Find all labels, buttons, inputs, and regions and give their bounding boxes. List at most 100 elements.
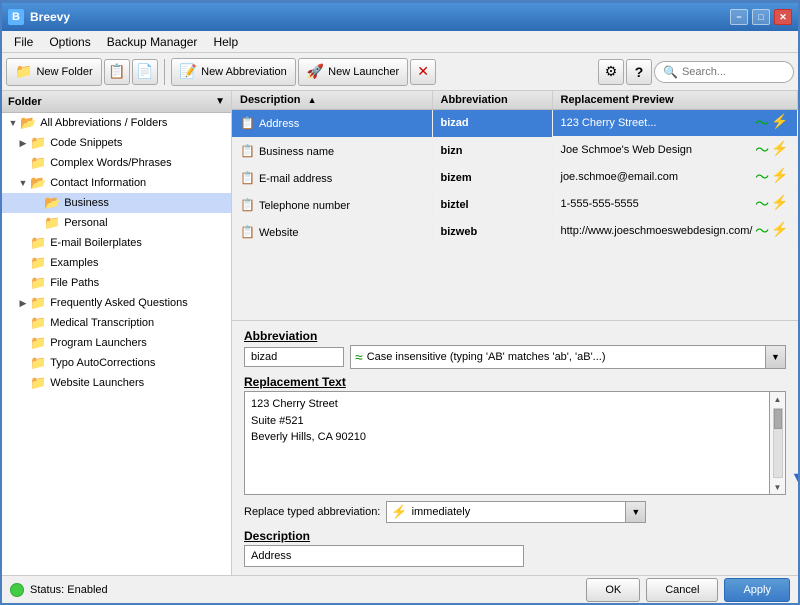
search-box[interactable]: 🔍 — [654, 61, 794, 83]
status-wave-icon: 〜 — [755, 167, 769, 187]
scroll-up[interactable]: ▲ — [771, 392, 785, 406]
toggle-email[interactable] — [16, 236, 30, 250]
cell-abbreviation: bizad — [432, 110, 552, 138]
expand-icon[interactable]: ▼ — [790, 468, 798, 489]
sidebar: Folder ▼ ▼ 📂 All Abbreviations / Folders… — [2, 91, 232, 575]
sidebar-item-business[interactable]: 📂 Business — [2, 193, 231, 213]
apply-button[interactable]: Apply — [724, 578, 790, 602]
description-input[interactable] — [244, 545, 524, 567]
table-row[interactable]: 📋Telephone numberbiztel1-555-555-5555 〜 … — [232, 191, 798, 218]
sidebar-item-all[interactable]: ▼ 📂 All Abbreviations / Folders — [2, 113, 231, 133]
new-folder-button[interactable]: 📁 New Folder — [6, 58, 102, 86]
abbr-value: bizweb — [441, 226, 478, 238]
abbreviation-table: Description ▲ Abbreviation Replacement P… — [232, 91, 798, 246]
cell-abbreviation: bizn — [432, 137, 552, 164]
cell-abbreviation: biztel — [432, 191, 552, 218]
cancel-button[interactable]: Cancel — [646, 578, 718, 602]
new-launcher-button[interactable]: 🚀 New Launcher — [298, 58, 408, 86]
toggle-medical[interactable] — [16, 316, 30, 330]
minimize-button[interactable]: − — [730, 9, 748, 25]
status-lightning-icon: ⚡ — [771, 167, 788, 187]
menu-file[interactable]: File — [6, 33, 41, 51]
table-row[interactable]: 📋Business namebiznJoe Schmoe's Web Desig… — [232, 137, 798, 164]
scroll-thumb[interactable] — [774, 409, 782, 429]
replace-row: Replace typed abbreviation: ⚡ immediatel… — [244, 501, 786, 523]
abbreviation-section: Abbreviation ≈ Case insensitive (typing … — [244, 329, 786, 369]
delete-button[interactable]: ✕ — [410, 59, 436, 85]
sidebar-item-email[interactable]: 📁 E-mail Boilerplates — [2, 233, 231, 253]
status-lightning-icon: ⚡ — [771, 221, 788, 241]
search-input[interactable] — [682, 66, 785, 78]
case-dropdown-arrow[interactable]: ▼ — [765, 346, 785, 368]
new-abbreviation-button[interactable]: 📝 New Abbreviation — [171, 58, 296, 86]
scroll-track[interactable] — [773, 408, 783, 478]
maximize-button[interactable]: □ — [752, 9, 770, 25]
sidebar-item-faq[interactable]: ▶ 📁 Frequently Asked Questions — [2, 293, 231, 313]
sidebar-item-program[interactable]: 📁 Program Launchers — [2, 333, 231, 353]
toggle-program[interactable] — [16, 336, 30, 350]
replace-select[interactable]: ⚡ immediately ▼ — [386, 501, 646, 523]
sidebar-item-medical[interactable]: 📁 Medical Transcription — [2, 313, 231, 333]
toggle-business[interactable] — [30, 196, 44, 210]
table-row[interactable]: 📋Addressbizad123 Cherry Street... 〜 ⚡ — [232, 110, 798, 138]
toggle-website[interactable] — [16, 376, 30, 390]
folder-icon-business: 📂 — [44, 195, 60, 211]
toggle-typo[interactable] — [16, 356, 30, 370]
sidebar-item-personal[interactable]: 📁 Personal — [2, 213, 231, 233]
row-icon: 📋 — [240, 198, 255, 212]
sidebar-label-code: Code Snippets — [50, 137, 122, 149]
col-abbreviation[interactable]: Abbreviation — [432, 91, 552, 110]
icon-button-1[interactable]: 📋 — [104, 59, 130, 85]
sidebar-item-contact[interactable]: ▼ 📂 Contact Information — [2, 173, 231, 193]
cell-description: 📋Website — [232, 218, 432, 245]
abbreviation-input[interactable] — [244, 347, 344, 367]
folder-icon-program: 📁 — [30, 335, 46, 351]
title-bar: B Breevy − □ ✕ — [2, 3, 798, 31]
row-status-icons: 〜 ⚡ — [755, 221, 788, 241]
scroll-down[interactable]: ▼ — [771, 480, 785, 494]
toggle-all[interactable]: ▼ — [6, 116, 20, 130]
col-description[interactable]: Description ▲ — [232, 91, 432, 110]
sidebar-item-typo[interactable]: 📁 Typo AutoCorrections — [2, 353, 231, 373]
toggle-faq[interactable]: ▶ — [16, 296, 30, 310]
toggle-filepaths[interactable] — [16, 276, 30, 290]
case-select[interactable]: ≈ Case insensitive (typing 'AB' matches … — [350, 345, 786, 369]
case-icon: ≈ — [351, 349, 367, 365]
sidebar-item-code[interactable]: ▶ 📁 Code Snippets — [2, 133, 231, 153]
sidebar-item-complex[interactable]: 📁 Complex Words/Phrases — [2, 153, 231, 173]
sidebar-label-filepaths: File Paths — [50, 277, 99, 289]
replacement-textarea[interactable]: 123 Cherry Street Suite #521 Beverly Hil… — [244, 391, 770, 495]
cell-preview: http://www.joeschmoeswebdesign.com/ 〜 ⚡ — [553, 218, 798, 245]
toggle-complex[interactable] — [16, 156, 30, 170]
ok-button[interactable]: OK — [586, 578, 640, 602]
close-button[interactable]: ✕ — [774, 9, 792, 25]
replace-dropdown-arrow[interactable]: ▼ — [625, 502, 645, 522]
menu-help[interactable]: Help — [205, 33, 246, 51]
toolbar: 📁 New Folder 📋 📄 📝 New Abbreviation 🚀 Ne… — [2, 53, 798, 91]
toggle-contact[interactable]: ▼ — [16, 176, 30, 190]
settings-icon: ⚙ — [605, 63, 618, 80]
description-section: Description — [244, 529, 786, 567]
toggle-code[interactable]: ▶ — [16, 136, 30, 150]
menu-options[interactable]: Options — [41, 33, 98, 51]
cell-description: 📋Telephone number — [232, 191, 432, 218]
help-button[interactable]: ? — [626, 59, 652, 85]
col-preview[interactable]: Replacement Preview — [552, 91, 798, 110]
toggle-examples[interactable] — [16, 256, 30, 270]
folder-icon-code: 📁 — [30, 135, 46, 151]
table-row[interactable]: 📋E-mail addressbizemjoe.schmoe@email.com… — [232, 164, 798, 191]
abbr-value: bizem — [441, 172, 472, 184]
icon-button-2[interactable]: 📄 — [132, 59, 158, 85]
menu-backup-manager[interactable]: Backup Manager — [99, 33, 206, 51]
table-row[interactable]: 📋Website bizweb http://www.joeschmoeswebde… — [232, 218, 798, 245]
sidebar-header-label: Folder — [8, 96, 42, 108]
toggle-personal[interactable] — [30, 216, 44, 230]
replacement-scrollbar: ▲ ▼ — [770, 391, 786, 495]
sidebar-sort-arrow[interactable]: ▼ — [215, 96, 225, 107]
folder-icon-medical: 📁 — [30, 315, 46, 331]
settings-button[interactable]: ⚙ — [598, 59, 624, 85]
sidebar-item-examples[interactable]: 📁 Examples — [2, 253, 231, 273]
sidebar-item-filepaths[interactable]: 📁 File Paths — [2, 273, 231, 293]
sidebar-item-website[interactable]: 📁 Website Launchers — [2, 373, 231, 393]
help-icon: ? — [635, 64, 644, 80]
